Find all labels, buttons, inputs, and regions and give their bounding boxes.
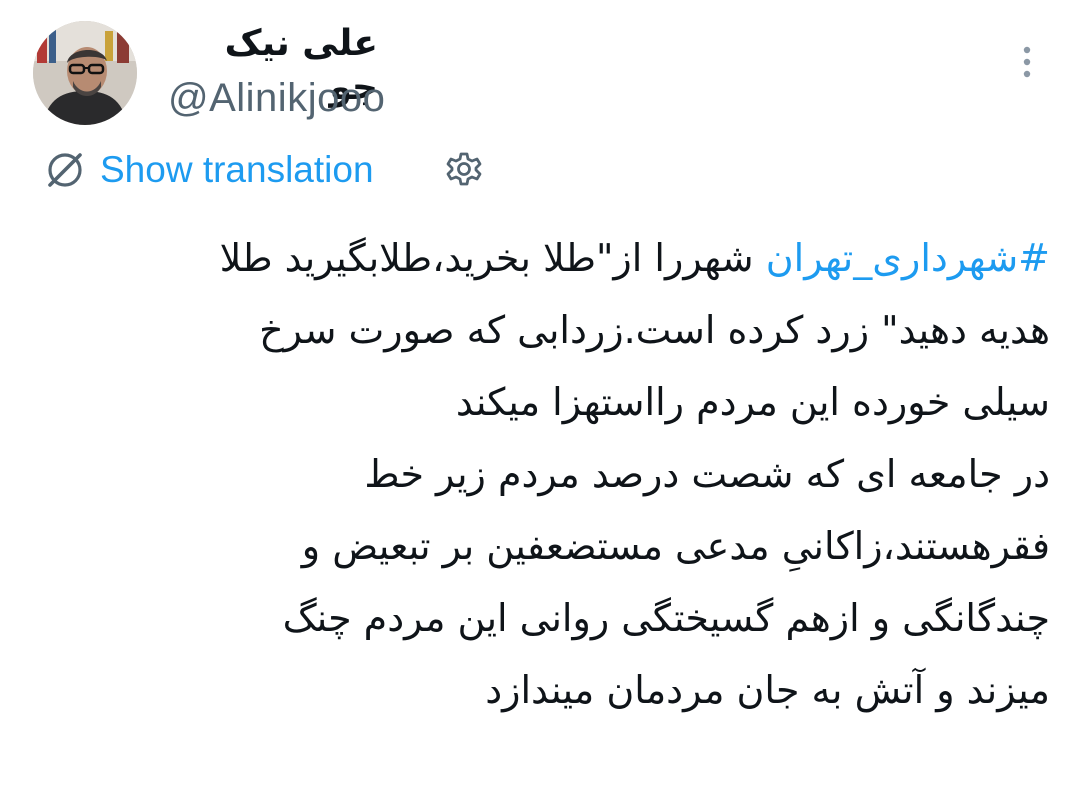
tweet-text-line: در جامعه ای که شصت درصد مردم زیر خط <box>364 452 1050 496</box>
translate-icon <box>44 149 86 191</box>
tweet-text-line: فقرهستند،زاکانیِ مدعی مستضعفین بر تبعیض … <box>301 524 1050 568</box>
tweet-text-line: سیلی خورده این مردم رااستهزا میکند <box>455 380 1050 424</box>
tweet-text-line: چندگانگی و ازهم گسیختگی روانی این مردم چ… <box>282 596 1050 640</box>
tweet-text-line: هدیه دهید" زرد کرده است.زردابی که صورت س… <box>259 308 1050 352</box>
profile-photo-icon <box>33 21 137 125</box>
tweet-text-segment: شهررا از"طلا بخرید،طلابگیرید طلا <box>219 236 766 280</box>
tweet-text: #شهرداری_تهران شهررا از"طلا بخرید،طلابگی… <box>30 222 1050 726</box>
tweet-card: علی نیک جو @Alinikjooo Show translation <box>0 0 1080 807</box>
tweet-text-line: میزند و آتش به جان مردمان میندازد <box>485 668 1050 712</box>
show-translation-link[interactable]: Show translation <box>100 147 374 193</box>
tweet-text-line: #شهرداری_تهران شهررا از"طلا بخرید،طلابگی… <box>30 222 1050 294</box>
gear-icon[interactable] <box>444 149 484 189</box>
author-handle[interactable]: @Alinikjooo <box>168 74 385 122</box>
avatar[interactable] <box>33 21 137 125</box>
hashtag-link[interactable]: #شهرداری_تهران <box>766 236 1050 280</box>
more-vertical-icon[interactable] <box>1012 42 1042 82</box>
show-translation-row: Show translation <box>44 145 504 195</box>
